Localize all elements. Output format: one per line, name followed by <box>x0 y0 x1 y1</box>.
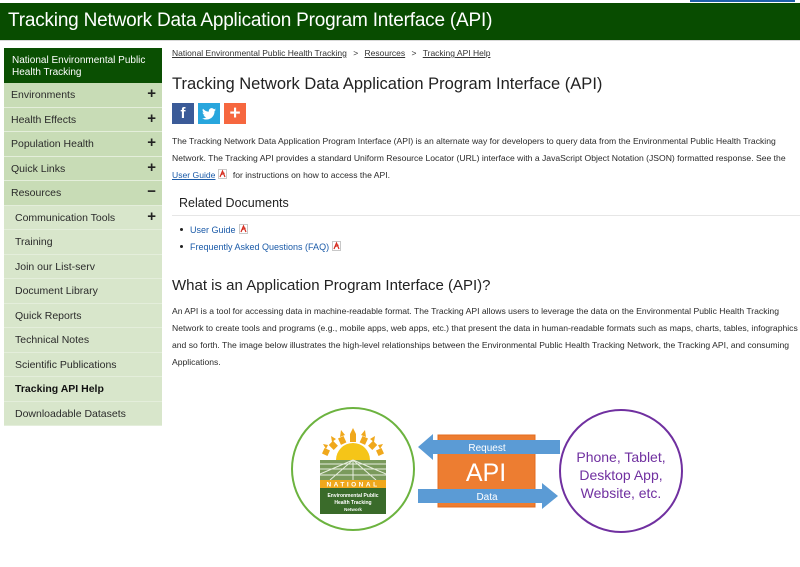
sidebar-subitem-technical-notes[interactable]: Technical Notes <box>4 328 162 353</box>
intro-paragraph: The Tracking Network Data Application Pr… <box>172 133 800 184</box>
bullet-icon <box>180 228 183 231</box>
logo-banner-text: NATIONAL <box>326 482 379 489</box>
sidebar-item-label: Document Library <box>15 285 98 297</box>
logo-text-line-3: Network <box>344 507 362 512</box>
api-box <box>437 434 536 508</box>
sidebar-item-label: Tracking API Help <box>15 383 104 395</box>
twitter-share-button[interactable] <box>198 103 220 124</box>
sidebar-item-health-effects[interactable]: Health Effects + <box>4 107 162 132</box>
list-item: User Guide <box>180 222 800 239</box>
sidebar-item-label: Technical Notes <box>15 334 90 346</box>
breadcrumb-link-current[interactable]: Tracking API Help <box>423 48 491 58</box>
sidebar-item-label: Scientific Publications <box>15 358 117 371</box>
collapse-minus-icon[interactable]: − <box>147 184 156 200</box>
sidebar-subitem-quick-reports[interactable]: Quick Reports <box>4 303 162 328</box>
pdf-icon <box>218 168 228 179</box>
sidebar-subitem-tracking-api-help[interactable]: Tracking API Help <box>4 377 162 402</box>
sidebar-nav: National Environmental Public Health Tra… <box>4 48 162 426</box>
sidebar-item-label: Resources <box>11 187 62 199</box>
data-arrow <box>418 483 558 509</box>
sidebar-item-label: Downloadable Datasets <box>15 407 126 420</box>
facebook-share-button[interactable]: f <box>172 103 194 124</box>
api-label: API <box>466 459 506 487</box>
sidebar-item-label: Communication Tools <box>15 211 116 224</box>
tracking-network-circle <box>291 407 415 531</box>
client-text-line-3: Website, etc. <box>581 485 662 501</box>
sidebar-subitem-scientific-publications[interactable]: Scientific Publications <box>4 352 162 377</box>
request-arrow <box>418 434 560 460</box>
section-paragraph: An API is a tool for accessing data in m… <box>172 306 798 367</box>
data-label: Data <box>476 492 498 503</box>
related-documents-list: User Guide Frequently Asked Questions (F… <box>172 222 800 256</box>
twitter-icon <box>202 107 216 120</box>
breadcrumb-link-resources[interactable]: Resources <box>365 48 406 58</box>
list-item: Frequently Asked Questions (FAQ) <box>180 239 800 256</box>
pdf-icon <box>332 240 342 251</box>
client-text-line-2: Desktop App, <box>579 467 662 483</box>
expand-plus-icon[interactable]: + <box>147 159 156 176</box>
sidebar-item-resources[interactable]: Resources − <box>4 181 162 206</box>
sidebar-item-label: Quick Reports <box>15 309 82 322</box>
sidebar-item-population-health[interactable]: Population Health + <box>4 132 162 157</box>
logo-text-line-1: Environmental Public <box>327 493 378 499</box>
sidebar-item-label: Training <box>15 236 53 248</box>
sidebar-heading[interactable]: National Environmental Public Health Tra… <box>4 48 162 83</box>
top-tab[interactable] <box>690 0 795 2</box>
sidebar-item-environments[interactable]: Environments + <box>4 83 162 108</box>
breadcrumb-separator: > <box>353 48 359 58</box>
sidebar-subitem-downloadable-datasets[interactable]: Downloadable Datasets <box>4 401 162 426</box>
tracking-network-logo: NATIONAL Environmental Public Health Tra… <box>319 428 387 514</box>
sidebar-subitem-document-library[interactable]: Document Library <box>4 279 162 304</box>
sidebar-item-label: Population Health <box>11 138 94 150</box>
section-heading: What is an Application Program Interface… <box>172 277 491 294</box>
pdf-icon <box>238 223 248 234</box>
logo-text-line-2: Health Tracking <box>334 500 371 506</box>
header-title: Tracking Network Data Application Progra… <box>8 10 493 31</box>
related-user-guide-link[interactable]: User Guide <box>190 225 236 235</box>
request-label: Request <box>468 443 505 454</box>
expand-plus-icon[interactable]: + <box>147 110 156 127</box>
intro-text: The Tracking Network Data Application Pr… <box>172 136 786 163</box>
more-share-button[interactable]: + <box>224 103 246 124</box>
sidebar-item-quick-links[interactable]: Quick Links + <box>4 156 162 181</box>
sidebar-subitem-communication-tools[interactable]: Communication Tools + <box>4 205 162 230</box>
sidebar-subitem-training[interactable]: Training <box>4 230 162 255</box>
sidebar-item-label: Join our List-serv <box>15 260 95 273</box>
bullet-icon <box>180 245 183 248</box>
intro-text-end: for instructions on how to access the AP… <box>230 170 391 180</box>
social-share-bar: f + <box>172 103 800 125</box>
related-documents-heading: Related Documents <box>172 192 800 216</box>
plus-icon: + <box>229 102 241 124</box>
client-apps-circle <box>559 409 683 533</box>
sidebar-item-label: Health Effects <box>11 113 77 126</box>
main-content: National Environmental Public Health Tra… <box>172 48 800 371</box>
breadcrumb-link-home[interactable]: National Environmental Public Health Tra… <box>172 48 347 58</box>
sidebar-subitem-list-serv[interactable]: Join our List-serv <box>4 254 162 279</box>
related-faq-link[interactable]: Frequently Asked Questions (FAQ) <box>190 242 329 252</box>
user-guide-link[interactable]: User Guide <box>172 170 215 180</box>
sidebar-item-label: Environments <box>11 89 76 101</box>
page-header: Tracking Network Data Application Progra… <box>0 3 800 41</box>
expand-plus-icon[interactable]: + <box>147 208 156 225</box>
expand-plus-icon[interactable]: + <box>147 135 156 151</box>
client-text-line-1: Phone, Tablet, <box>576 449 665 465</box>
page-title: Tracking Network Data Application Progra… <box>172 75 603 93</box>
breadcrumb-separator: > <box>411 48 417 58</box>
breadcrumb: National Environmental Public Health Tra… <box>172 48 800 62</box>
expand-plus-icon[interactable]: + <box>147 86 156 102</box>
sidebar-item-label: Quick Links <box>11 162 66 175</box>
facebook-icon: f <box>180 105 186 122</box>
